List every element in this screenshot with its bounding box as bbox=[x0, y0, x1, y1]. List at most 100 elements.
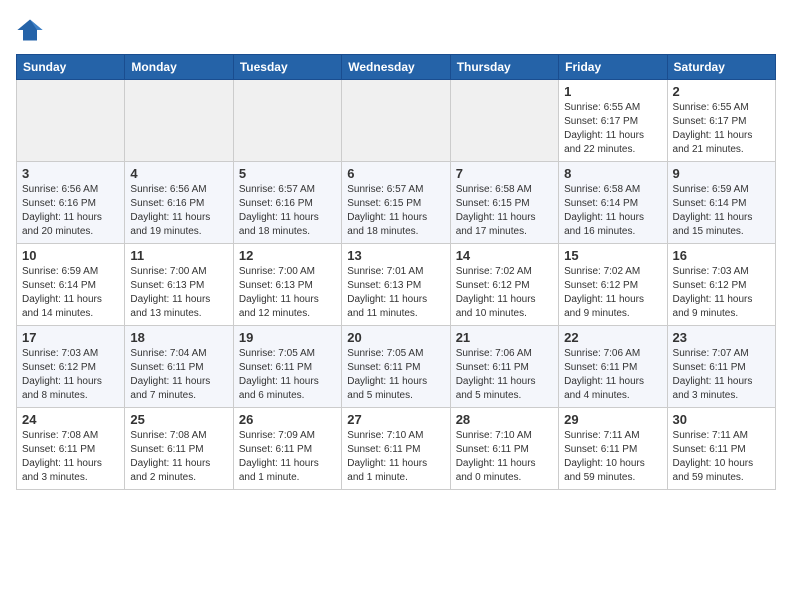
day-number: 16 bbox=[673, 248, 770, 263]
calendar-cell: 2 Sunrise: 6:55 AM Sunset: 6:17 PM Daylig… bbox=[667, 80, 775, 162]
day-info: Sunrise: 6:56 AM Sunset: 6:16 PM Dayligh… bbox=[22, 184, 102, 237]
day-info: Sunrise: 7:00 AM Sunset: 6:13 PM Dayligh… bbox=[239, 266, 319, 319]
column-header-sunday: Sunday bbox=[17, 55, 125, 80]
day-info: Sunrise: 6:55 AM Sunset: 6:17 PM Dayligh… bbox=[564, 102, 644, 155]
day-info: Sunrise: 7:06 AM Sunset: 6:11 PM Dayligh… bbox=[564, 348, 644, 401]
day-info: Sunrise: 7:11 AM Sunset: 6:11 PM Dayligh… bbox=[673, 430, 754, 483]
calendar-cell: 9 Sunrise: 6:59 AM Sunset: 6:14 PM Daylig… bbox=[667, 162, 775, 244]
calendar-week-row: 24Sunrise: 7:08 AM Sunset: 6:11 PM Dayli… bbox=[17, 408, 776, 490]
calendar-cell: 14 Sunrise: 7:02 AM Sunset: 6:12 PM Dayli… bbox=[450, 244, 558, 326]
calendar-cell: 28 Sunrise: 7:10 AM Sunset: 6:11 PM Dayli… bbox=[450, 408, 558, 490]
day-info: Sunrise: 7:07 AM Sunset: 6:11 PM Dayligh… bbox=[673, 348, 753, 401]
day-number: 25 bbox=[130, 412, 227, 427]
day-number: 17 bbox=[22, 330, 119, 345]
day-number: 19 bbox=[239, 330, 336, 345]
calendar-cell: 24Sunrise: 7:08 AM Sunset: 6:11 PM Dayli… bbox=[17, 408, 125, 490]
calendar: SundayMondayTuesdayWednesdayThursdayFrid… bbox=[16, 54, 776, 490]
day-number: 4 bbox=[130, 166, 227, 181]
calendar-cell: 7 Sunrise: 6:58 AM Sunset: 6:15 PM Daylig… bbox=[450, 162, 558, 244]
day-info: Sunrise: 7:10 AM Sunset: 6:11 PM Dayligh… bbox=[456, 430, 536, 483]
day-info: Sunrise: 6:59 AM Sunset: 6:14 PM Dayligh… bbox=[673, 184, 753, 237]
calendar-cell: 4 Sunrise: 6:56 AM Sunset: 6:16 PM Daylig… bbox=[125, 162, 233, 244]
calendar-cell bbox=[233, 80, 341, 162]
column-header-thursday: Thursday bbox=[450, 55, 558, 80]
day-info: Sunrise: 6:58 AM Sunset: 6:15 PM Dayligh… bbox=[456, 184, 536, 237]
column-header-tuesday: Tuesday bbox=[233, 55, 341, 80]
calendar-cell: 13 Sunrise: 7:01 AM Sunset: 6:13 PM Dayli… bbox=[342, 244, 450, 326]
calendar-cell: 1Sunrise: 6:55 AM Sunset: 6:17 PM Daylig… bbox=[559, 80, 667, 162]
calendar-cell bbox=[450, 80, 558, 162]
logo bbox=[16, 16, 48, 44]
day-info: Sunrise: 7:03 AM Sunset: 6:12 PM Dayligh… bbox=[22, 348, 102, 401]
calendar-cell: 12 Sunrise: 7:00 AM Sunset: 6:13 PM Dayli… bbox=[233, 244, 341, 326]
day-number: 6 bbox=[347, 166, 444, 181]
calendar-cell: 18 Sunrise: 7:04 AM Sunset: 6:11 PM Dayli… bbox=[125, 326, 233, 408]
day-number: 29 bbox=[564, 412, 661, 427]
day-info: Sunrise: 6:59 AM Sunset: 6:14 PM Dayligh… bbox=[22, 266, 102, 319]
day-number: 15 bbox=[564, 248, 661, 263]
day-number: 12 bbox=[239, 248, 336, 263]
calendar-cell: 20 Sunrise: 7:05 AM Sunset: 6:11 PM Dayli… bbox=[342, 326, 450, 408]
day-number: 21 bbox=[456, 330, 553, 345]
day-info: Sunrise: 7:04 AM Sunset: 6:11 PM Dayligh… bbox=[130, 348, 210, 401]
day-info: Sunrise: 7:02 AM Sunset: 6:12 PM Dayligh… bbox=[564, 266, 644, 319]
day-number: 26 bbox=[239, 412, 336, 427]
day-number: 5 bbox=[239, 166, 336, 181]
column-header-saturday: Saturday bbox=[667, 55, 775, 80]
day-info: Sunrise: 6:58 AM Sunset: 6:14 PM Dayligh… bbox=[564, 184, 644, 237]
calendar-cell: 16 Sunrise: 7:03 AM Sunset: 6:12 PM Dayli… bbox=[667, 244, 775, 326]
day-number: 2 bbox=[673, 84, 770, 99]
calendar-cell: 26 Sunrise: 7:09 AM Sunset: 6:11 PM Dayli… bbox=[233, 408, 341, 490]
day-info: Sunrise: 7:05 AM Sunset: 6:11 PM Dayligh… bbox=[239, 348, 319, 401]
calendar-cell: 21 Sunrise: 7:06 AM Sunset: 6:11 PM Dayli… bbox=[450, 326, 558, 408]
day-number: 14 bbox=[456, 248, 553, 263]
day-number: 22 bbox=[564, 330, 661, 345]
day-info: Sunrise: 6:56 AM Sunset: 6:16 PM Dayligh… bbox=[130, 184, 210, 237]
column-header-monday: Monday bbox=[125, 55, 233, 80]
day-info: Sunrise: 7:09 AM Sunset: 6:11 PM Dayligh… bbox=[239, 430, 319, 483]
day-info: Sunrise: 6:57 AM Sunset: 6:16 PM Dayligh… bbox=[239, 184, 319, 237]
day-number: 9 bbox=[673, 166, 770, 181]
day-number: 30 bbox=[673, 412, 770, 427]
calendar-cell: 23 Sunrise: 7:07 AM Sunset: 6:11 PM Dayli… bbox=[667, 326, 775, 408]
day-info: Sunrise: 7:03 AM Sunset: 6:12 PM Dayligh… bbox=[673, 266, 753, 319]
calendar-cell: 25Sunrise: 7:08 AM Sunset: 6:11 PM Dayli… bbox=[125, 408, 233, 490]
day-info: Sunrise: 7:05 AM Sunset: 6:11 PM Dayligh… bbox=[347, 348, 427, 401]
day-info: Sunrise: 7:11 AM Sunset: 6:11 PM Dayligh… bbox=[564, 430, 645, 483]
day-number: 3 bbox=[22, 166, 119, 181]
calendar-cell: 19 Sunrise: 7:05 AM Sunset: 6:11 PM Dayli… bbox=[233, 326, 341, 408]
day-number: 10 bbox=[22, 248, 119, 263]
calendar-cell: 22 Sunrise: 7:06 AM Sunset: 6:11 PM Dayli… bbox=[559, 326, 667, 408]
day-number: 27 bbox=[347, 412, 444, 427]
calendar-cell: 15 Sunrise: 7:02 AM Sunset: 6:12 PM Dayli… bbox=[559, 244, 667, 326]
calendar-cell: 10 Sunrise: 6:59 AM Sunset: 6:14 PM Dayli… bbox=[17, 244, 125, 326]
calendar-cell: 5 Sunrise: 6:57 AM Sunset: 6:16 PM Daylig… bbox=[233, 162, 341, 244]
day-number: 20 bbox=[347, 330, 444, 345]
day-number: 11 bbox=[130, 248, 227, 263]
calendar-cell bbox=[125, 80, 233, 162]
day-info: Sunrise: 6:55 AM Sunset: 6:17 PM Dayligh… bbox=[673, 102, 753, 155]
calendar-cell bbox=[342, 80, 450, 162]
day-info: Sunrise: 6:57 AM Sunset: 6:15 PM Dayligh… bbox=[347, 184, 427, 237]
calendar-cell: 6 Sunrise: 6:57 AM Sunset: 6:15 PM Daylig… bbox=[342, 162, 450, 244]
day-number: 7 bbox=[456, 166, 553, 181]
calendar-week-row: 1Sunrise: 6:55 AM Sunset: 6:17 PM Daylig… bbox=[17, 80, 776, 162]
column-header-friday: Friday bbox=[559, 55, 667, 80]
calendar-header-row: SundayMondayTuesdayWednesdayThursdayFrid… bbox=[17, 55, 776, 80]
day-number: 13 bbox=[347, 248, 444, 263]
column-header-wednesday: Wednesday bbox=[342, 55, 450, 80]
calendar-week-row: 3 Sunrise: 6:56 AM Sunset: 6:16 PM Daylig… bbox=[17, 162, 776, 244]
calendar-cell: 30 Sunrise: 7:11 AM Sunset: 6:11 PM Dayli… bbox=[667, 408, 775, 490]
logo-icon bbox=[16, 16, 44, 44]
page-header bbox=[16, 16, 776, 44]
day-number: 8 bbox=[564, 166, 661, 181]
calendar-week-row: 17 Sunrise: 7:03 AM Sunset: 6:12 PM Dayli… bbox=[17, 326, 776, 408]
calendar-cell: 8 Sunrise: 6:58 AM Sunset: 6:14 PM Daylig… bbox=[559, 162, 667, 244]
day-number: 28 bbox=[456, 412, 553, 427]
day-info: Sunrise: 7:01 AM Sunset: 6:13 PM Dayligh… bbox=[347, 266, 427, 319]
day-info: Sunrise: 7:06 AM Sunset: 6:11 PM Dayligh… bbox=[456, 348, 536, 401]
day-info: Sunrise: 7:02 AM Sunset: 6:12 PM Dayligh… bbox=[456, 266, 536, 319]
day-number: 18 bbox=[130, 330, 227, 345]
calendar-cell bbox=[17, 80, 125, 162]
day-number: 23 bbox=[673, 330, 770, 345]
